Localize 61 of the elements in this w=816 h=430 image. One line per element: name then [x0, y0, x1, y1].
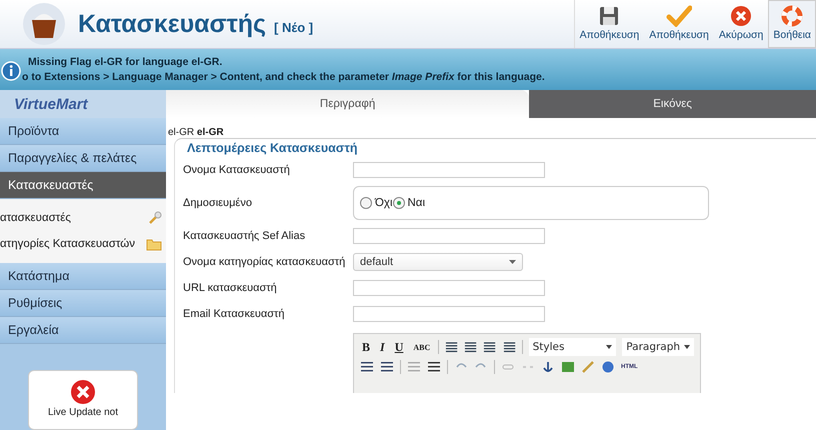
numbered-list-icon[interactable]	[380, 361, 394, 373]
format-button[interactable]: I	[378, 340, 387, 354]
info-icon	[1, 61, 21, 81]
format-button[interactable]: U	[392, 340, 406, 354]
text-input-field[interactable]	[353, 228, 545, 244]
sidebar-subitem[interactable]: ατηγορίες Κατασκευαστών	[0, 238, 136, 250]
format-button[interactable]: B	[360, 340, 372, 354]
sidebar-subitem[interactable]: ατασκευαστές	[0, 212, 71, 224]
justify-icon[interactable]	[502, 341, 516, 353]
toolbar-button[interactable]: Βοήθεια	[768, 0, 816, 48]
folder-icon	[146, 238, 162, 250]
sidebar-item[interactable]: Κατασκευαστές	[0, 172, 166, 199]
text-input-field[interactable]	[353, 306, 545, 322]
field-label: Ονομα κατηγορίας κατασκευαστή	[183, 256, 346, 268]
dropdown-arrow-icon	[606, 345, 612, 349]
align-center-icon[interactable]	[464, 341, 478, 353]
sidebar-item[interactable]: Παραγγελίες & πελάτες	[0, 145, 166, 172]
align-left-icon[interactable]	[445, 341, 458, 353]
field-label: Email Κατασκευαστή	[183, 308, 286, 320]
category-dropdown[interactable]: default	[353, 253, 523, 271]
text-input-field[interactable]	[353, 162, 545, 178]
bullet-list-icon[interactable]	[360, 361, 374, 373]
notice-text: o to Extensions > Language Manager > Content, and check the parameter Image Prefix for this language.	[22, 70, 545, 84]
indent-icon[interactable]	[427, 361, 441, 373]
outdent-icon[interactable]	[407, 361, 421, 373]
dropdown-arrow-icon	[684, 345, 690, 349]
field-label: Δημοσιευμένο	[183, 197, 253, 209]
paragraph-dropdown[interactable]: Paragraph	[622, 338, 694, 356]
dropdown-arrow-icon	[509, 260, 516, 264]
update-status-text: Live Update not	[48, 407, 118, 418]
sidebar-item[interactable]: Κατάστημα	[0, 263, 166, 290]
sidebar-item[interactable]: Εργαλεία	[0, 317, 166, 344]
brand-logo: VirtueMart	[0, 90, 166, 118]
toolbar-button[interactable]: Ακύρωση	[714, 0, 768, 48]
anchor-icon[interactable]	[541, 361, 555, 373]
radio-button[interactable]	[392, 197, 404, 209]
lifebuoy-icon	[781, 5, 804, 27]
check-mark-icon	[666, 5, 692, 27]
image-icon[interactable]	[561, 361, 575, 373]
radio-label: Όχι	[375, 197, 392, 209]
radio-button[interactable]	[360, 197, 372, 209]
styles-dropdown[interactable]: Styles	[528, 338, 616, 356]
radio-label: Ναι	[408, 197, 426, 209]
basket-logo-icon	[22, 2, 66, 46]
error-icon	[70, 379, 96, 405]
notice-text: Missing Flag el-GR for language el-GR.	[27, 54, 224, 70]
field-label: Κατασκευαστής Sef Alias	[183, 230, 306, 242]
align-right-icon[interactable]	[483, 341, 497, 353]
sidebar-item[interactable]: Ρυθμίσεις	[0, 290, 166, 317]
tab[interactable]: Εικόνες	[529, 90, 816, 118]
cancel-icon	[730, 5, 752, 27]
toolbar-button[interactable]: Αποθήκευση	[574, 0, 644, 48]
status-label: [ Νέο ]	[274, 20, 314, 34]
field-label: Ονομα Κατασκευαστή	[183, 164, 291, 176]
toolbar-button[interactable]: Αποθήκευση	[644, 0, 714, 48]
text-input-field[interactable]	[353, 280, 545, 296]
language-label: el-GR el-GR	[168, 127, 225, 138]
sidebar-item[interactable]: Προϊόντα	[0, 118, 166, 145]
format-button[interactable]: ABC	[411, 342, 432, 352]
field-label: URL κατασκευαστή	[183, 282, 278, 294]
page-title: Κατασκευαστής	[78, 10, 266, 38]
